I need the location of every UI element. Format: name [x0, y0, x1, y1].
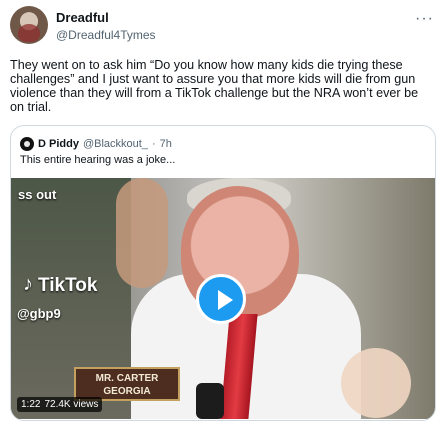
quoted-tweet[interactable]: D Piddy @Blackkout_ · 7h This entire hea… [10, 125, 436, 421]
video-views: 72.4K views [44, 399, 99, 410]
quoted-author-handle[interactable]: @Blackkout_ [83, 138, 148, 150]
video-overlay-text: ss out [18, 187, 57, 202]
video-meta: 1:22 72.4K views [17, 397, 103, 412]
quoted-tweet-header: D Piddy @Blackkout_ · 7h [20, 137, 172, 151]
play-icon[interactable] [196, 274, 246, 324]
quoted-author-name[interactable]: D Piddy [38, 138, 79, 150]
tiktok-watermark: ♪ TikTok [23, 273, 98, 297]
nameplate-line-2: GEORGIA [103, 386, 151, 397]
author-handle[interactable]: @Dreadful4Tymes [56, 28, 156, 42]
tiktok-icon: ♪ [23, 273, 33, 295]
video-duration: 1:22 [21, 399, 41, 410]
video-subject-hand [341, 348, 411, 418]
tiktok-label: TikTok [38, 274, 98, 296]
nameplate-line-1: MR. CARTER [95, 373, 159, 384]
separator-dot: · [151, 138, 156, 150]
video-player[interactable]: ss out ♪ TikTok @gbp9 MR. CARTER GEORGIA… [11, 178, 435, 419]
author-name[interactable]: Dreadful [56, 10, 109, 25]
nameplate: MR. CARTER GEORGIA [74, 367, 180, 401]
quoted-tweet-text: This entire hearing was a joke... [20, 154, 176, 166]
tiktok-handle: @gbp9 [17, 306, 61, 321]
author-avatar[interactable] [10, 6, 48, 44]
quoted-tweet-time[interactable]: 7h [160, 138, 172, 150]
video-background-person [116, 178, 168, 288]
more-options-icon[interactable]: ··· [415, 10, 434, 28]
quoted-author-avatar[interactable] [20, 137, 34, 151]
microphone [196, 383, 224, 419]
tweet-text: They went on to ask him “Do you know how… [10, 58, 419, 114]
